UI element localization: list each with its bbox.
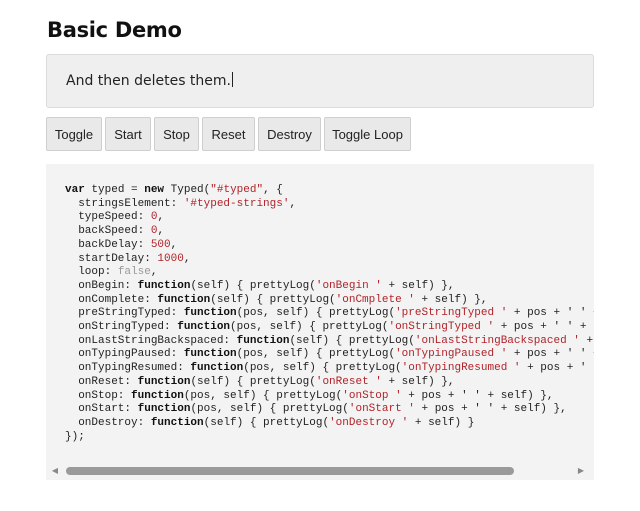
code-line: onStop: function(pos, self) { prettyLog(…: [65, 389, 554, 402]
typed-output: And then deletes them.: [46, 54, 594, 108]
code-line: typeSpeed: 0,: [65, 211, 165, 224]
stop-button[interactable]: Stop: [154, 117, 199, 151]
code-block: var typed = new Typed("#typed", { string…: [46, 164, 594, 480]
scrollbar-thumb[interactable]: [66, 467, 514, 475]
code-line: onBegin: function(self) { prettyLog('onB…: [65, 279, 455, 292]
code-line: backSpeed: 0,: [65, 225, 165, 238]
scroll-right-arrow-icon[interactable]: ▶: [576, 465, 586, 477]
code-line: onStringTyped: function(pos, self) { pre…: [65, 321, 594, 334]
horizontal-scrollbar[interactable]: ◀ ▶: [46, 462, 594, 480]
typed-text: And then deletes them.: [66, 73, 231, 89]
code-line: onLastStringBackspaced: function(self) {…: [65, 334, 594, 347]
code-line: var typed = new Typed("#typed", {: [65, 184, 283, 196]
code-text: var typed = new Typed("#typed", { string…: [65, 184, 594, 444]
page-title: Basic Demo: [47, 18, 182, 42]
code-line: preStringTyped: function(pos, self) { pr…: [65, 307, 594, 320]
toggle-loop-button[interactable]: Toggle Loop: [324, 117, 411, 151]
code-line: stringsElement: '#typed-strings',: [65, 197, 297, 210]
code-line: onReset: function(self) { prettyLog('onR…: [65, 375, 455, 388]
code-line: onTypingResumed: function(pos, self) { p…: [65, 362, 594, 375]
destroy-button[interactable]: Destroy: [258, 117, 321, 151]
code-line: onTypingPaused: function(pos, self) { pr…: [65, 348, 594, 361]
code-line: onDestroy: function(self) { prettyLog('o…: [65, 416, 475, 429]
start-button[interactable]: Start: [105, 117, 151, 151]
typing-cursor: [232, 72, 233, 87]
toggle-button[interactable]: Toggle: [46, 117, 102, 151]
code-line: loop: false,: [65, 266, 158, 279]
reset-button[interactable]: Reset: [202, 117, 255, 151]
code-line: onComplete: function(self) { prettyLog('…: [65, 293, 488, 306]
code-line: backDelay: 500,: [65, 238, 178, 251]
code-line: });: [65, 430, 85, 443]
code-line: startDelay: 1000,: [65, 252, 191, 265]
code-line: onStart: function(pos, self) { prettyLog…: [65, 403, 567, 416]
scroll-left-arrow-icon[interactable]: ◀: [50, 465, 60, 477]
